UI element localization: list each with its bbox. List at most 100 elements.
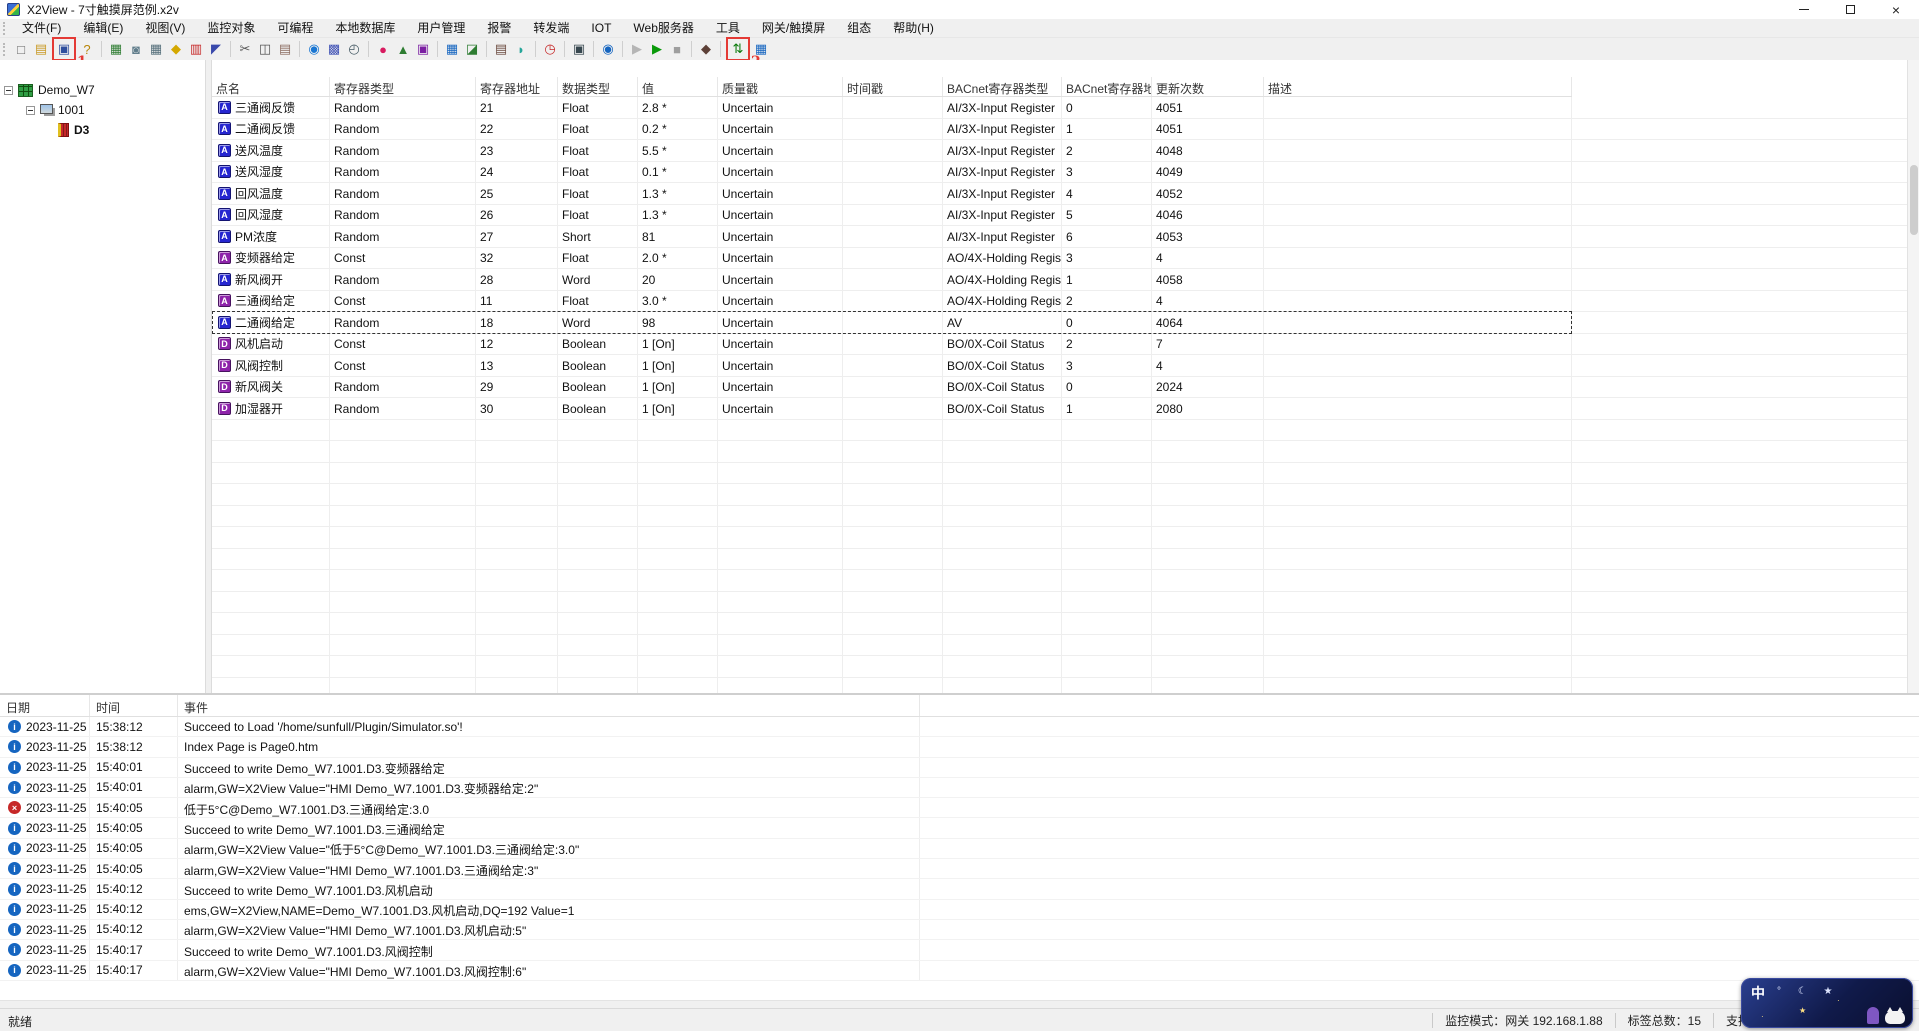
stopwatch-icon[interactable]: ◴ bbox=[344, 39, 364, 59]
table-dots-icon[interactable]: ▩ bbox=[324, 39, 344, 59]
column-header[interactable]: 描述 bbox=[1264, 77, 1572, 96]
menu-drag-handle[interactable] bbox=[3, 21, 7, 35]
log-column-header[interactable]: 时间 bbox=[90, 695, 178, 716]
vertical-scrollbar[interactable] bbox=[1907, 60, 1919, 693]
close-button[interactable]: × bbox=[1873, 0, 1919, 19]
table-row[interactable]: A 三通阀给定 Const 11 Float 3.0 * Uncertain AO/4X-Ho… bbox=[212, 290, 1907, 312]
column-header[interactable]: 寄存器类型 bbox=[330, 77, 476, 96]
clipboard-icon[interactable]: ◪ bbox=[462, 39, 482, 59]
menu-item[interactable]: 视图(V) bbox=[134, 19, 196, 38]
column-header[interactable]: 数据类型 bbox=[558, 77, 638, 96]
program-icon[interactable]: ▣ bbox=[413, 39, 433, 59]
column-header[interactable]: 更新次数 bbox=[1152, 77, 1264, 96]
table-row[interactable]: A 二通阀反馈 Random 22 Float 0.2 * Uncertain AI/3X-I… bbox=[212, 118, 1907, 140]
tree-expander[interactable] bbox=[4, 85, 13, 95]
copy-icon[interactable]: ◫ bbox=[255, 39, 275, 59]
log-row[interactable]: i 2023-11-25 15:40:12 Succeed to write Demo… bbox=[0, 879, 1919, 900]
table-row[interactable]: A 变频器给定 Const 32 Float 2.0 * Uncertain AO/4X-Ho… bbox=[212, 247, 1907, 269]
table-row[interactable]: A 回风温度 Random 25 Float 1.3 * Uncertain AI/3X-In… bbox=[212, 183, 1907, 205]
menu-item[interactable]: 本地数据库 bbox=[324, 19, 406, 38]
log-row[interactable]: i 2023-11-25 15:40:05 alarm,GW=X2View Value… bbox=[0, 838, 1919, 860]
column-header[interactable]: 寄存器地址 bbox=[476, 77, 558, 96]
menu-item[interactable]: 工具 bbox=[705, 19, 751, 38]
menu-item[interactable]: 监控对象 bbox=[196, 19, 266, 38]
menu-item[interactable]: 报警 bbox=[476, 19, 522, 38]
table-row[interactable]: A PM浓度 Random 27 Short 81 Uncertain AI/3X-Input… bbox=[212, 226, 1907, 248]
column-header[interactable]: 值 bbox=[638, 77, 718, 96]
minimize-button[interactable] bbox=[1781, 0, 1827, 19]
magic-wand-icon[interactable]: ◆ bbox=[166, 39, 186, 59]
computer-disk-icon[interactable]: ▣ bbox=[569, 39, 589, 59]
log-row[interactable]: i 2023-11-25 15:40:17 alarm,GW=X2View Value… bbox=[0, 960, 1919, 981]
tree-splitter[interactable] bbox=[205, 60, 212, 693]
ime-language-icon[interactable]: 中 bbox=[1751, 983, 1765, 1003]
log-row[interactable]: i 2023-11-25 15:40:05 Succeed to write Demo… bbox=[0, 818, 1919, 839]
doc-pen-icon[interactable]: ▤ bbox=[491, 39, 511, 59]
log-row[interactable]: i 2023-11-25 15:40:01 Succeed to write Demo… bbox=[0, 757, 1919, 778]
log-row[interactable]: i 2023-11-25 15:40:01 alarm,GW=X2View Value… bbox=[0, 777, 1919, 799]
user-icon[interactable]: ● bbox=[373, 39, 393, 59]
menu-item[interactable]: 文件(F) bbox=[11, 19, 72, 38]
table-row[interactable]: D 风机启动 Const 12 Boolean 1 [On] Uncertain BO/0X-… bbox=[212, 333, 1907, 355]
red-grid-icon[interactable]: ▥ bbox=[186, 39, 206, 59]
column-header[interactable]: 质量戳 bbox=[718, 77, 843, 96]
toolbar-drag-handle[interactable] bbox=[3, 42, 7, 56]
log-row[interactable]: i 2023-11-25 15:40:05 alarm,GW=X2View Value… bbox=[0, 859, 1919, 880]
menu-item[interactable]: 组态 bbox=[836, 19, 882, 38]
save-icon[interactable]: ▣ bbox=[54, 39, 74, 59]
log-row[interactable]: i 2023-11-25 15:40:12 alarm,GW=X2View Value… bbox=[0, 919, 1919, 941]
menu-item[interactable]: 网关/触摸屏 bbox=[751, 19, 836, 38]
column-header[interactable]: BACnet寄存器类型 bbox=[943, 77, 1062, 96]
menu-item[interactable]: Web服务器 bbox=[622, 19, 704, 38]
eye-icon[interactable]: ◉ bbox=[598, 39, 618, 59]
menu-item[interactable]: 转发端 bbox=[522, 19, 580, 38]
window-grid-icon[interactable]: ▦ bbox=[146, 39, 166, 59]
play-icon[interactable]: ▶ bbox=[647, 39, 667, 59]
ime-widget[interactable]: 中 ° ☾ ★ ★ · · bbox=[1741, 978, 1913, 1028]
pointer-icon[interactable]: ◤ bbox=[206, 39, 226, 59]
paste-icon[interactable]: ▤ bbox=[275, 39, 295, 59]
bird-pen-icon[interactable]: ◗ bbox=[511, 39, 531, 59]
column-header[interactable]: 时间戳 bbox=[843, 77, 943, 96]
log-row[interactable]: i 2023-11-25 15:40:12 ems,GW=X2View,NAME=De… bbox=[0, 899, 1919, 920]
log-row[interactable]: i 2023-11-25 15:38:12 Succeed to Load '/hom… bbox=[0, 717, 1919, 738]
tree-item-Demo_W7[interactable]: Demo_W7 bbox=[0, 80, 205, 100]
play-disabled-icon[interactable]: ▶ bbox=[627, 39, 647, 59]
tree-item-D3[interactable]: D3 bbox=[0, 120, 205, 140]
window-colors-icon[interactable]: ▦ bbox=[442, 39, 462, 59]
menu-item[interactable]: 用户管理 bbox=[406, 19, 476, 38]
stop-icon[interactable]: ■ bbox=[667, 39, 687, 59]
log-column-header[interactable]: 事件 bbox=[178, 695, 920, 716]
open-folder-icon[interactable]: ▤ bbox=[31, 39, 51, 59]
sync-icon[interactable]: ⇅ bbox=[728, 39, 748, 59]
ime-toolbar-icons[interactable]: ° ☾ ★ bbox=[1777, 986, 1840, 997]
table-row[interactable]: A 三通阀反馈 Random 21 Float 2.8 * Uncertain AI/3X-I… bbox=[212, 97, 1907, 119]
table-row[interactable]: A 送风湿度 Random 24 Float 0.1 * Uncertain AI/3X-In… bbox=[212, 161, 1907, 183]
menu-item[interactable]: 可编程 bbox=[266, 19, 324, 38]
table-row[interactable]: A 二通阀给定 Random 18 Word 98 Uncertain AV 0 4064 bbox=[212, 311, 1907, 334]
menu-item[interactable]: IOT bbox=[580, 19, 622, 38]
log-column-header[interactable]: 日期 bbox=[0, 695, 90, 716]
column-header[interactable]: BACnet寄存器地址 bbox=[1062, 77, 1152, 96]
table-row[interactable]: D 加湿器开 Random 30 Boolean 1 [On] Uncertain BO/0X… bbox=[212, 398, 1907, 420]
log-row[interactable]: i 2023-11-25 15:38:12 Index Page is Page0.h… bbox=[0, 737, 1919, 758]
monitor-icon[interactable]: ▦ bbox=[106, 39, 126, 59]
table-row[interactable]: D 新风阀关 Random 29 Boolean 1 [On] Uncertain BO/0X… bbox=[212, 376, 1907, 398]
vertical-scrollbar-thumb[interactable] bbox=[1910, 165, 1918, 235]
tree-expander[interactable] bbox=[26, 105, 35, 115]
table-row[interactable]: A 回风湿度 Random 26 Float 1.3 * Uncertain AI/3X-In… bbox=[212, 204, 1907, 226]
tools-icon[interactable]: ◆ bbox=[696, 39, 716, 59]
maximize-button[interactable] bbox=[1827, 0, 1873, 19]
column-header[interactable]: 点名 bbox=[212, 77, 330, 96]
alarm-clock-icon[interactable]: ◷ bbox=[540, 39, 560, 59]
tree-item-1001[interactable]: 1001 bbox=[0, 100, 205, 120]
menu-item[interactable]: 帮助(H) bbox=[882, 19, 945, 38]
camera-icon[interactable]: ◙ bbox=[126, 39, 146, 59]
log-row[interactable]: × 2023-11-25 15:40:05 低于5°C@Demo_W7.1001.D3… bbox=[0, 798, 1919, 819]
log-row[interactable]: i 2023-11-25 15:40:17 Succeed to write Demo… bbox=[0, 940, 1919, 961]
menu-item[interactable]: 编辑(E) bbox=[72, 19, 134, 38]
table-row[interactable]: A 送风温度 Random 23 Float 5.5 * Uncertain AI/3X-In… bbox=[212, 140, 1907, 162]
cut-icon[interactable]: ✂ bbox=[235, 39, 255, 59]
horizontal-scrollbar[interactable] bbox=[0, 1000, 1919, 1008]
table-row[interactable]: A 新风阀开 Random 28 Word 20 Uncertain AO/4X-Holdin… bbox=[212, 269, 1907, 291]
